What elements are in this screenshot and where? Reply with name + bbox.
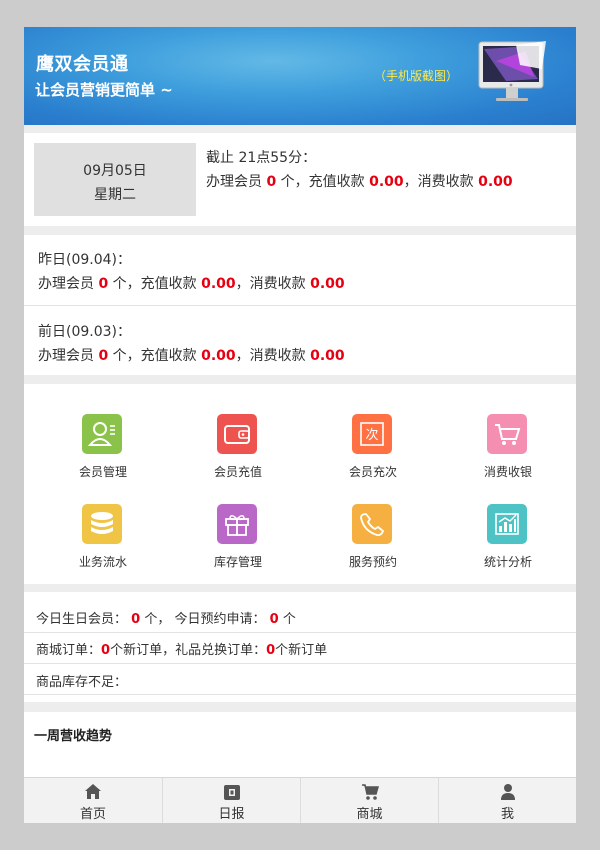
calendar-icon — [224, 785, 240, 800]
function-grid: 会员管理 会员充值 次 会员充次 消费收银 业务流水 库存管理 服务预约 统计分… — [24, 384, 576, 584]
current-weekday: 星期二 — [94, 187, 136, 203]
divider — [24, 305, 576, 306]
divider — [24, 663, 576, 664]
day-before-recharge: 0.00 — [201, 348, 236, 364]
business-flow-button[interactable]: 业务流水 — [34, 504, 172, 584]
wallet-icon — [217, 414, 257, 454]
notice-list: 今日生日会员： 0 个， 今日预约申请： 0 个 商城订单：0个新订单，礼品兑换… — [24, 592, 576, 702]
orders-row[interactable]: 商城订单：0个新订单，礼品兑换订单：0个新订单 — [36, 639, 327, 658]
cashier-button[interactable]: 消费收银 — [439, 414, 576, 494]
cart-icon — [487, 414, 527, 454]
tab-me[interactable]: 我 — [438, 778, 576, 823]
member-count-button[interactable]: 次 会员充次 — [304, 414, 442, 494]
app-screen: 鹰双会员通 让会员营销更简单 ~ （手机版截图） 09月05日 星期二 截止 2… — [24, 27, 576, 823]
yesterday-row: 昨日(09.04)： 办理会员 0 个，充值收款 0.00，消费收款 0.00 — [24, 235, 576, 305]
phone-icon — [352, 504, 392, 544]
today-summary-card: 09月05日 星期二 截止 21点55分： 办理会员 0 个，充值收款 0.00… — [24, 133, 576, 226]
today-members: 0 — [266, 174, 277, 190]
birthday-count: 0 — [131, 612, 141, 627]
birthday-appointment-row[interactable]: 今日生日会员： 0 个， 今日预约申请： 0 个 — [36, 608, 296, 627]
tab-home[interactable]: 首页 — [24, 778, 162, 823]
divider — [24, 694, 576, 695]
user-icon — [501, 784, 515, 800]
cart-icon — [362, 784, 379, 800]
member-management-button[interactable]: 会员管理 — [34, 414, 172, 494]
home-icon — [85, 784, 101, 799]
header-banner: 鹰双会员通 让会员营销更简单 ~ （手机版截图） — [24, 27, 576, 125]
mall-order-count: 0 — [101, 643, 111, 658]
low-stock-row[interactable]: 商品库存不足： — [36, 671, 127, 690]
today-spend: 0.00 — [478, 174, 513, 190]
statistics-button[interactable]: 统计分析 — [439, 504, 576, 584]
day-before-row: 前日(09.03)： 办理会员 0 个，充值收款 0.00，消费收款 0.00 — [24, 307, 576, 377]
gift-order-count: 0 — [266, 643, 276, 658]
app-title: 鹰双会员通 — [36, 54, 129, 75]
history-card: 昨日(09.04)： 办理会员 0 个，充值收款 0.00，消费收款 0.00 … — [24, 235, 576, 375]
app-slogan: 让会员营销更简单 ~ — [35, 81, 173, 99]
tab-daily-report[interactable]: 日报 — [162, 778, 300, 823]
gift-icon — [217, 504, 257, 544]
day-before-spend: 0.00 — [310, 348, 345, 364]
member-icon — [82, 414, 122, 454]
today-recharge: 0.00 — [369, 174, 404, 190]
member-recharge-button[interactable]: 会员充值 — [169, 414, 307, 494]
day-before-members: 0 — [98, 348, 109, 364]
as-of-time: 截止 21点55分： — [206, 150, 317, 166]
trend-title: 一周营收趋势 — [34, 729, 113, 744]
count-icon: 次 — [352, 414, 392, 454]
monitor-icon — [478, 41, 546, 101]
divider — [24, 632, 576, 633]
coins-icon — [82, 504, 122, 544]
appointment-count: 0 — [269, 612, 279, 627]
today-stats: 办理会员 0 个，充值收款 0.00，消费收款 0.00 — [206, 174, 513, 190]
inventory-button[interactable]: 库存管理 — [169, 504, 307, 584]
yesterday-members: 0 — [98, 276, 109, 292]
yesterday-title: 昨日(09.04)： — [38, 252, 132, 268]
weekly-trend-section: 一周营收趋势 — [24, 712, 576, 782]
yesterday-recharge: 0.00 — [201, 276, 236, 292]
screenshot-note: （手机版截图） — [374, 69, 459, 83]
tab-mall[interactable]: 商城 — [300, 778, 438, 823]
chart-icon — [487, 504, 527, 544]
service-booking-button[interactable]: 服务预约 — [304, 504, 442, 584]
date-box: 09月05日 星期二 — [34, 143, 196, 216]
day-before-title: 前日(09.03)： — [38, 324, 132, 340]
bottom-tab-bar: 首页 日报 商城 我 — [24, 777, 576, 823]
yesterday-spend: 0.00 — [310, 276, 345, 292]
svg-text:次: 次 — [365, 427, 378, 443]
current-date: 09月05日 — [83, 163, 147, 179]
